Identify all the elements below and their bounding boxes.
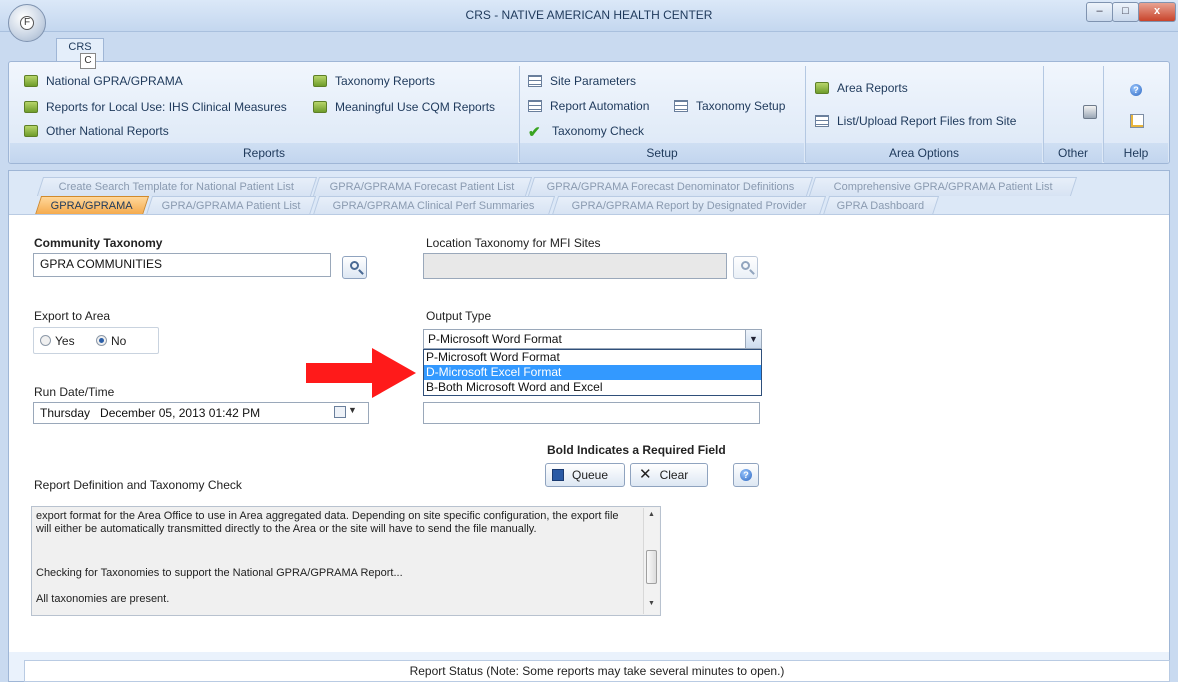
chevron-down-icon[interactable]: ▼ — [348, 405, 357, 415]
grid-icon — [674, 100, 688, 112]
folder-icon — [24, 101, 38, 113]
output-type-label: Output Type — [426, 309, 492, 323]
tab-create-search-template[interactable]: Create Search Template for National Pati… — [36, 177, 318, 196]
calendar-icon[interactable] — [334, 406, 346, 418]
tab-patient-list[interactable]: GPRA/GPRAMA Patient List — [145, 196, 317, 215]
ribbon-list-upload-report-files[interactable]: List/Upload Report Files from Site — [815, 112, 1016, 130]
close-icon: ✕ — [639, 466, 652, 483]
radio-on-icon — [96, 335, 107, 346]
folder-icon — [313, 101, 327, 113]
application-button[interactable]: F — [8, 4, 46, 42]
queue-button[interactable]: Queue — [545, 463, 625, 487]
ribbon-taxonomy-reports[interactable]: Taxonomy Reports — [313, 72, 435, 90]
community-taxonomy-search-button[interactable] — [342, 256, 367, 279]
minimize-button[interactable]: – — [1086, 2, 1113, 22]
ribbon-group-setup-label: Setup — [520, 143, 804, 163]
ribbon-taxonomy-check[interactable]: ✔ Taxonomy Check — [528, 122, 644, 140]
scrollbar-thumb[interactable] — [646, 550, 657, 584]
ribbon-tab-key-tip: C — [80, 53, 96, 69]
ribbon-site-parameters[interactable]: Site Parameters — [528, 72, 636, 90]
ribbon-meaningful-use-reports[interactable]: Meaningful Use CQM Reports — [313, 98, 495, 116]
folder-icon — [815, 82, 829, 94]
ribbon-local-use-reports[interactable]: Reports for Local Use: IHS Clinical Meas… — [24, 98, 287, 116]
help-icon: ? — [740, 469, 752, 481]
ribbon-group-help-label: Help — [1104, 143, 1168, 163]
run-date-field[interactable]: Thursday December 05, 2013 01:42 PM — [33, 402, 369, 424]
tab-clinical-perf-summaries[interactable]: GPRA/GPRAMA Clinical Perf Summaries — [312, 196, 556, 215]
ribbon-group-reports-label: Reports — [10, 143, 518, 163]
folder-icon — [24, 75, 38, 87]
report-definition-label: Report Definition and Taxonomy Check — [34, 478, 242, 492]
window-title: CRS - NATIVE AMERICAN HEALTH CENTER — [465, 8, 713, 22]
app-key-tip: F — [20, 16, 34, 30]
save-icon — [552, 469, 564, 481]
run-date-label: Run Date/Time — [34, 385, 115, 399]
about-icon[interactable] — [1130, 114, 1144, 128]
export-to-area-label: Export to Area — [34, 309, 111, 323]
ribbon-tab-strip — [0, 32, 1178, 60]
scrollbar[interactable]: ▲ ▼ — [643, 508, 659, 614]
tab-gpra-dashboard[interactable]: GPRA Dashboard — [822, 196, 940, 215]
grid-icon — [528, 75, 542, 87]
maximize-button[interactable]: □ — [1112, 2, 1139, 22]
location-taxonomy-search-button[interactable] — [733, 256, 758, 279]
grid-icon — [815, 115, 829, 127]
folder-icon — [313, 75, 327, 87]
tab-forecast-patient-list[interactable]: GPRA/GPRAMA Forecast Patient List — [312, 177, 533, 196]
output-type-select[interactable]: P-Microsoft Word Format — [423, 329, 762, 349]
report-status-bar: Report Status (Note: Some reports may ta… — [24, 660, 1170, 682]
export-yes-radio[interactable]: Yes — [40, 334, 75, 348]
close-button[interactable]: x — [1138, 2, 1176, 22]
ribbon-report-automation[interactable]: Report Automation — [528, 97, 649, 115]
chevron-down-icon[interactable]: ▼ — [745, 330, 761, 348]
grid-icon — [528, 100, 542, 112]
folder-icon — [24, 125, 38, 137]
ribbon-group-other-label: Other — [1044, 143, 1102, 163]
search-icon — [741, 261, 750, 270]
tab-comprehensive-patient-list[interactable]: Comprehensive GPRA/GPRAMA Patient List — [808, 177, 1078, 196]
tab-report-by-designated-provider[interactable]: GPRA/GPRAMA Report by Designated Provide… — [551, 196, 827, 215]
ribbon-national-gpra[interactable]: National GPRA/GPRAMA — [24, 72, 183, 90]
scroll-down-icon[interactable]: ▼ — [648, 600, 655, 607]
community-taxonomy-field[interactable]: GPRA COMMUNITIES — [33, 253, 331, 277]
location-taxonomy-field[interactable] — [423, 253, 727, 279]
ribbon-area-reports[interactable]: Area Reports — [815, 79, 908, 97]
output-option-excel[interactable]: D-Microsoft Excel Format — [424, 365, 761, 380]
radio-off-icon — [40, 335, 51, 346]
community-taxonomy-label: Community Taxonomy — [34, 236, 163, 250]
scroll-up-icon[interactable]: ▲ — [648, 511, 655, 518]
report-definition-text[interactable]: export format for the Area Office to use… — [31, 506, 661, 616]
checkmark-icon: ✔ — [528, 124, 541, 141]
output-type-dropdown-list: P-Microsoft Word Format D-Microsoft Exce… — [423, 349, 762, 396]
tab-gpra-gprama[interactable]: GPRA/GPRAMA — [34, 196, 150, 215]
form-help-button[interactable]: ? — [733, 463, 759, 487]
required-field-note: Bold Indicates a Required Field — [547, 443, 726, 457]
location-taxonomy-label: Location Taxonomy for MFI Sites — [426, 236, 601, 250]
tab-forecast-denominator-definitions[interactable]: GPRA/GPRAMA Forecast Denominator Definit… — [527, 177, 814, 196]
ribbon-group-area-options-label: Area Options — [806, 143, 1042, 163]
ribbon-other-national-reports[interactable]: Other National Reports — [24, 122, 169, 140]
annotation-arrow-icon — [306, 348, 416, 398]
user-settings-icon[interactable] — [1083, 105, 1097, 119]
help-icon[interactable]: ? — [1130, 84, 1142, 96]
export-no-radio[interactable]: No — [96, 334, 126, 348]
search-icon — [350, 261, 359, 270]
clear-button[interactable]: ✕ Clear — [630, 463, 708, 487]
output-option-word[interactable]: P-Microsoft Word Format — [424, 350, 761, 365]
blank-field[interactable] — [423, 402, 760, 424]
ribbon-taxonomy-setup[interactable]: Taxonomy Setup — [674, 97, 785, 115]
output-option-both[interactable]: B-Both Microsoft Word and Excel — [424, 380, 761, 395]
